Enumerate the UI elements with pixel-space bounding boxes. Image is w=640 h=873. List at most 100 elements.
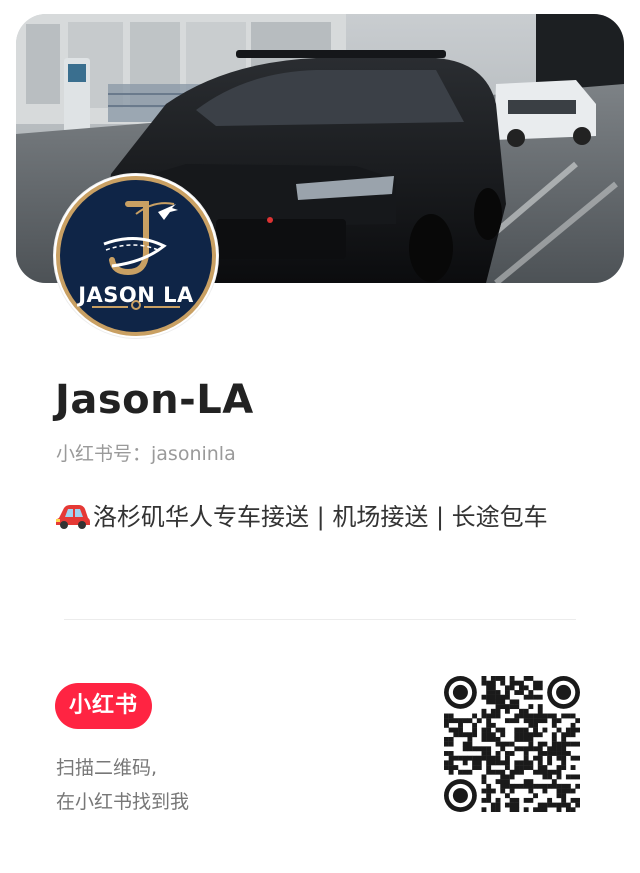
qr-module — [561, 732, 567, 738]
qr-module — [444, 751, 449, 756]
qr-module — [537, 718, 543, 724]
qr-module — [467, 736, 473, 742]
qr-module — [490, 722, 496, 728]
qr-module — [504, 718, 510, 724]
qr-module — [556, 746, 562, 752]
qr-module — [472, 732, 478, 738]
qr-module — [504, 755, 510, 761]
qr-module — [519, 783, 524, 789]
qr-code[interactable] — [444, 676, 581, 813]
scan-line-2: 在小红书找到我 — [56, 791, 190, 813]
qr-module — [458, 769, 463, 775]
qr-module — [486, 694, 492, 700]
qr-module — [453, 718, 459, 724]
profile-share-card: JASON LA Jason-LA 小红书号：jasoninla 洛杉矶华人专车… — [0, 0, 640, 873]
qr-module — [486, 690, 492, 695]
qr-module — [472, 760, 478, 766]
profile-name: Jason-LA — [55, 377, 254, 423]
xiaohongshu-logo: 小红书 — [55, 683, 152, 729]
qr-module — [565, 713, 571, 719]
qr-module — [495, 736, 501, 742]
avatar[interactable]: JASON LA — [54, 174, 218, 338]
qr-module — [490, 807, 496, 813]
qr-module — [514, 690, 520, 695]
qr-module — [528, 736, 534, 742]
qr-module — [490, 769, 496, 775]
qr-module — [570, 765, 576, 770]
qr-module — [514, 765, 520, 770]
qr-module — [542, 727, 548, 733]
qr-module — [533, 722, 538, 728]
qr-module — [523, 685, 529, 691]
qr-module — [528, 718, 534, 724]
qr-module — [509, 788, 515, 794]
qr-module — [495, 708, 501, 714]
qr-module — [551, 718, 557, 724]
qr-module — [495, 807, 501, 813]
qr-module — [481, 751, 487, 756]
qr-finder — [452, 684, 468, 700]
qr-module — [458, 755, 463, 761]
qr-module — [476, 765, 482, 770]
qr-module — [500, 704, 506, 710]
qr-module — [486, 797, 492, 803]
qr-module — [444, 760, 449, 766]
qr-module — [523, 797, 529, 803]
qr-module — [565, 807, 571, 813]
qr-module — [481, 746, 487, 752]
qr-module — [556, 718, 562, 724]
qr-module — [551, 802, 557, 808]
qr-module — [504, 774, 510, 780]
qr-module — [551, 722, 557, 728]
qr-module — [514, 797, 520, 803]
qr-module — [486, 718, 492, 724]
qr-module — [528, 788, 534, 794]
qr-module — [547, 769, 553, 775]
qr-module — [500, 676, 506, 681]
qr-module — [570, 741, 576, 747]
qr-module — [556, 769, 562, 775]
qr-module — [514, 760, 520, 766]
qr-module — [462, 755, 468, 761]
qr-module — [542, 769, 548, 775]
qr-module — [514, 746, 520, 752]
qr-module — [514, 699, 520, 705]
qr-module — [523, 807, 529, 813]
qr-module — [500, 769, 506, 775]
qr-module — [495, 779, 501, 785]
qr-module — [490, 680, 496, 686]
qr-module — [519, 736, 524, 742]
qr-module — [514, 769, 520, 775]
qr-module — [495, 699, 501, 705]
qr-module — [537, 732, 543, 738]
qr-module — [448, 760, 454, 766]
qr-module — [509, 783, 515, 789]
qr-module — [514, 783, 520, 789]
qr-module — [542, 751, 548, 756]
qr-module — [490, 736, 496, 742]
qr-module — [542, 807, 548, 813]
qr-module — [528, 779, 534, 785]
car-emoji-icon — [55, 502, 91, 540]
qr-module — [533, 755, 538, 761]
qr-module — [533, 793, 538, 799]
qr-module — [523, 783, 529, 789]
qr-module — [481, 680, 487, 686]
qr-module — [561, 713, 567, 719]
qr-module — [500, 779, 506, 785]
qr-module — [448, 718, 454, 724]
qr-module — [472, 765, 478, 770]
qr-module — [556, 774, 562, 780]
qr-module — [565, 783, 571, 789]
qr-module — [444, 722, 449, 728]
qr-module — [486, 765, 492, 770]
qr-module — [467, 741, 473, 747]
qr-module — [519, 680, 524, 686]
qr-module — [500, 760, 506, 766]
qr-module — [486, 685, 492, 691]
qr-module — [514, 807, 520, 813]
qr-module — [509, 769, 515, 775]
qr-module — [519, 769, 524, 775]
qr-module — [504, 783, 510, 789]
qr-module — [561, 736, 567, 742]
